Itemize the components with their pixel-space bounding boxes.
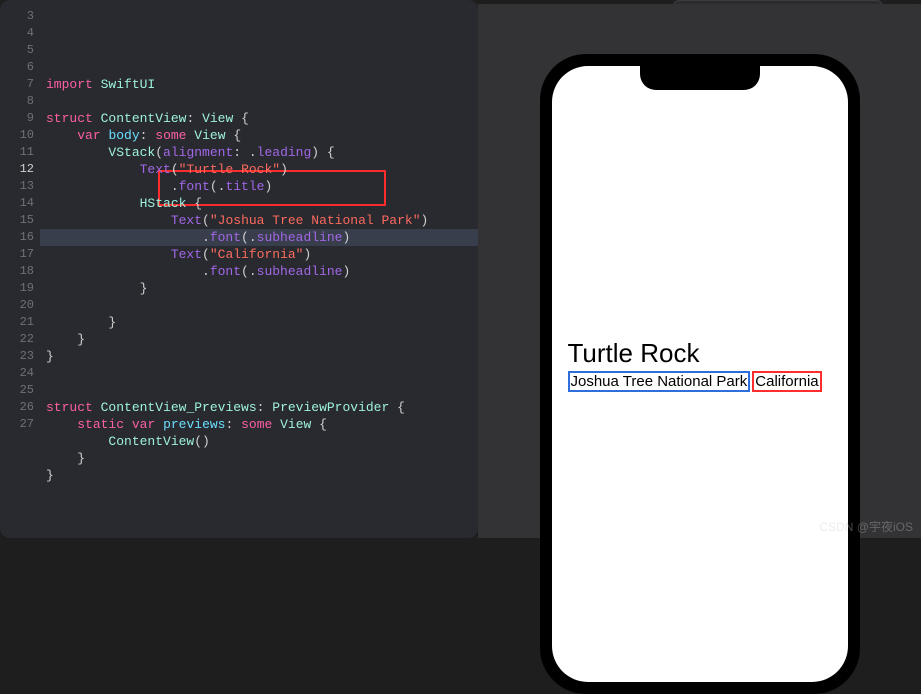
- code-line[interactable]: ContentView(): [40, 433, 478, 450]
- code-line[interactable]: .font(.subheadline): [40, 263, 478, 280]
- code-line[interactable]: static var previews: some View {: [40, 416, 478, 433]
- swiftui-preview-content: Turtle Rock Joshua Tree National Park Ca…: [568, 338, 822, 392]
- code-line[interactable]: }: [40, 467, 478, 484]
- code-line[interactable]: }: [40, 314, 478, 331]
- preview-subheadline-row: Joshua Tree National Park California: [568, 371, 822, 392]
- device-bezel: Turtle Rock Joshua Tree National Park Ca…: [540, 54, 860, 694]
- code-line[interactable]: struct ContentView: View {: [40, 110, 478, 127]
- code-line[interactable]: [40, 93, 478, 110]
- editor-code-area[interactable]: import SwiftUI struct ContentView: View {…: [40, 0, 478, 538]
- device-notch: [640, 66, 760, 90]
- code-line[interactable]: }: [40, 331, 478, 348]
- code-line[interactable]: import SwiftUI: [40, 76, 478, 93]
- code-line[interactable]: }: [40, 348, 478, 365]
- code-editor[interactable]: 3456789101112131415161718192021222324252…: [0, 0, 478, 538]
- code-line[interactable]: }: [40, 280, 478, 297]
- code-line[interactable]: [40, 484, 478, 501]
- code-line[interactable]: VStack(alignment: .leading) {: [40, 144, 478, 161]
- code-line[interactable]: HStack {: [40, 195, 478, 212]
- editor-line-gutter: 3456789101112131415161718192021222324252…: [0, 0, 40, 538]
- code-line[interactable]: [40, 297, 478, 314]
- code-line[interactable]: Text("California"): [40, 246, 478, 263]
- preview-subtext-1: Joshua Tree National Park: [568, 371, 751, 392]
- code-line[interactable]: Text("Turtle Rock"): [40, 161, 478, 178]
- device-screen: Turtle Rock Joshua Tree National Park Ca…: [552, 66, 848, 682]
- preview-title: Turtle Rock: [568, 338, 822, 369]
- code-line[interactable]: .font(.subheadline): [40, 229, 478, 246]
- preview-subtext-2: California: [752, 371, 821, 392]
- preview-panel: Preview Turtle Rock Joshua Tree National…: [478, 0, 921, 538]
- code-line[interactable]: Text("Joshua Tree National Park"): [40, 212, 478, 229]
- code-line[interactable]: [40, 365, 478, 382]
- code-line[interactable]: }: [40, 450, 478, 467]
- code-line[interactable]: [40, 382, 478, 399]
- code-line[interactable]: struct ContentView_Previews: PreviewProv…: [40, 399, 478, 416]
- code-line[interactable]: .font(.title): [40, 178, 478, 195]
- preview-canvas[interactable]: Turtle Rock Joshua Tree National Park Ca…: [478, 4, 921, 538]
- code-line[interactable]: var body: some View {: [40, 127, 478, 144]
